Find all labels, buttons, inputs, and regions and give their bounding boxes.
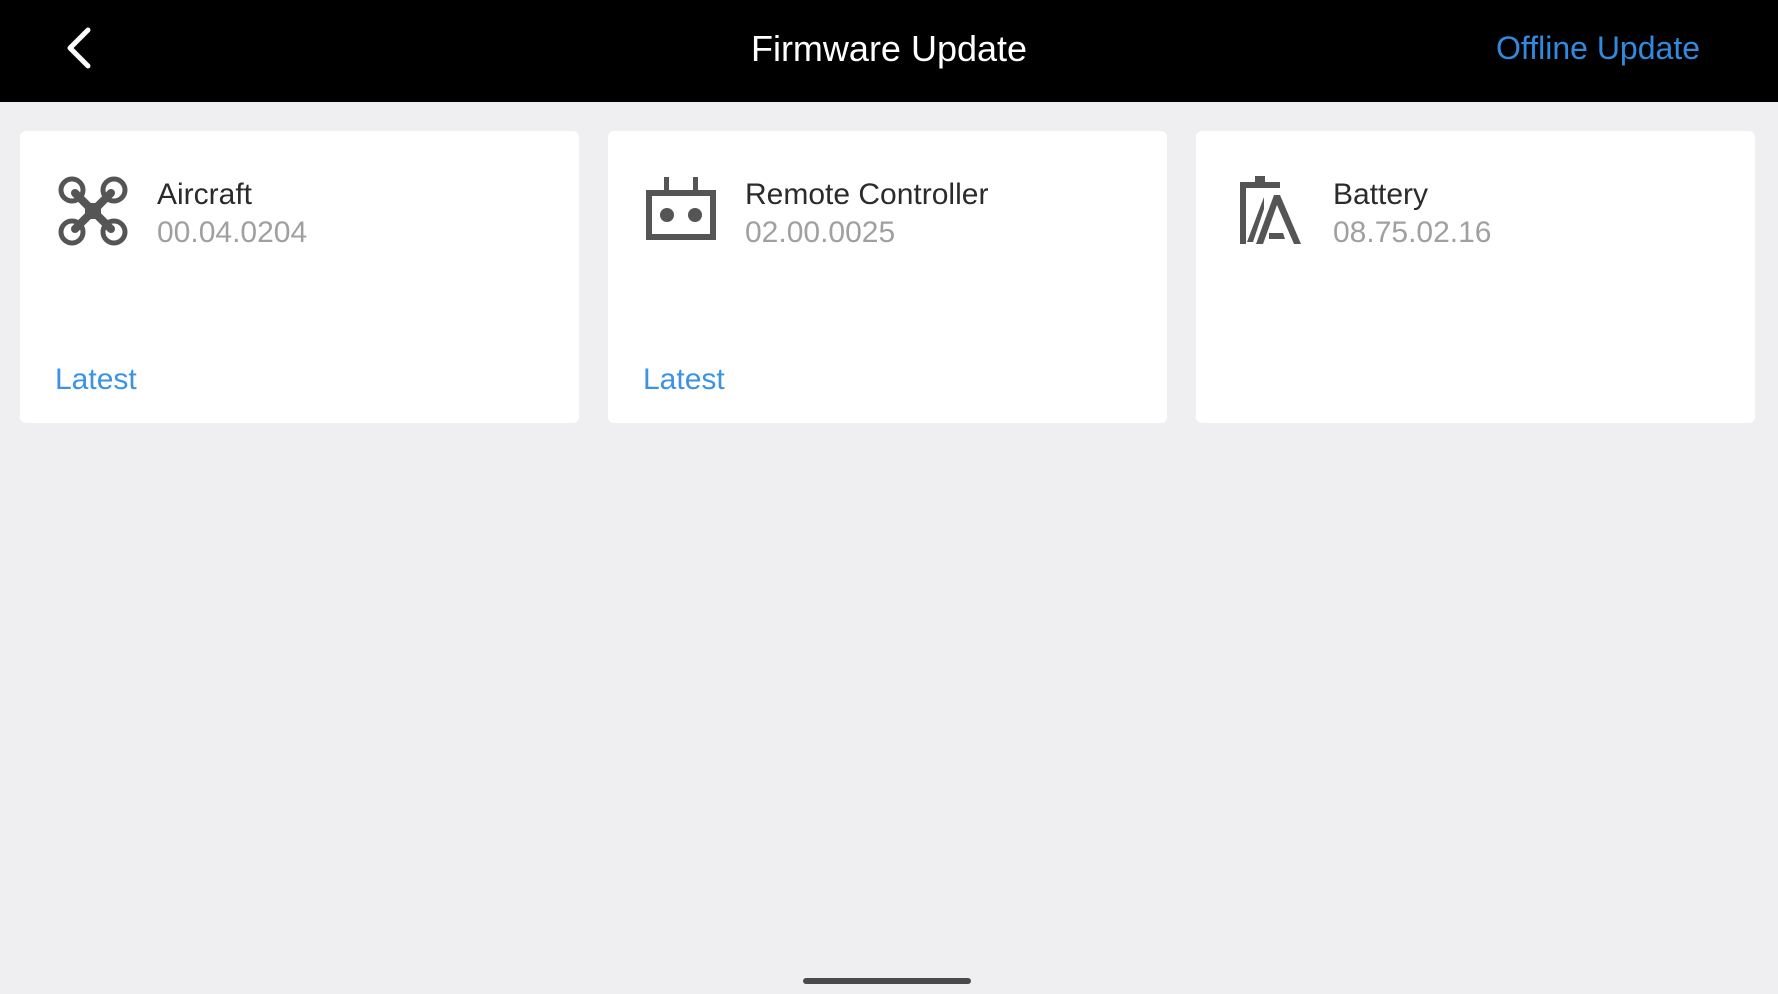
- device-card-remote-controller[interactable]: Remote Controller 02.00.0025 Latest: [608, 131, 1167, 423]
- chevron-left-icon: [67, 27, 91, 69]
- device-version: 00.04.0204: [157, 216, 308, 249]
- device-name: Battery: [1333, 178, 1429, 211]
- battery-icon: [1240, 176, 1301, 244]
- drone-icon: [58, 176, 128, 246]
- top-bar: Firmware Update Offline Update: [0, 0, 1778, 102]
- offline-update-button[interactable]: Offline Update: [1496, 0, 1700, 96]
- device-list: Aircraft 00.04.0204 Latest Remote Contro…: [20, 131, 1755, 423]
- device-card-battery[interactable]: Battery 08.75.02.16: [1196, 131, 1755, 423]
- device-card-aircraft[interactable]: Aircraft 00.04.0204 Latest: [20, 131, 579, 423]
- update-status-label: Latest: [643, 363, 725, 396]
- back-button[interactable]: [56, 22, 104, 74]
- home-indicator[interactable]: [803, 978, 971, 984]
- remote-controller-icon: [646, 177, 716, 240]
- device-name: Aircraft: [157, 178, 253, 211]
- update-status-label: Latest: [55, 363, 137, 396]
- device-version: 02.00.0025: [745, 216, 896, 249]
- device-version: 08.75.02.16: [1333, 216, 1492, 249]
- device-name: Remote Controller: [745, 178, 989, 211]
